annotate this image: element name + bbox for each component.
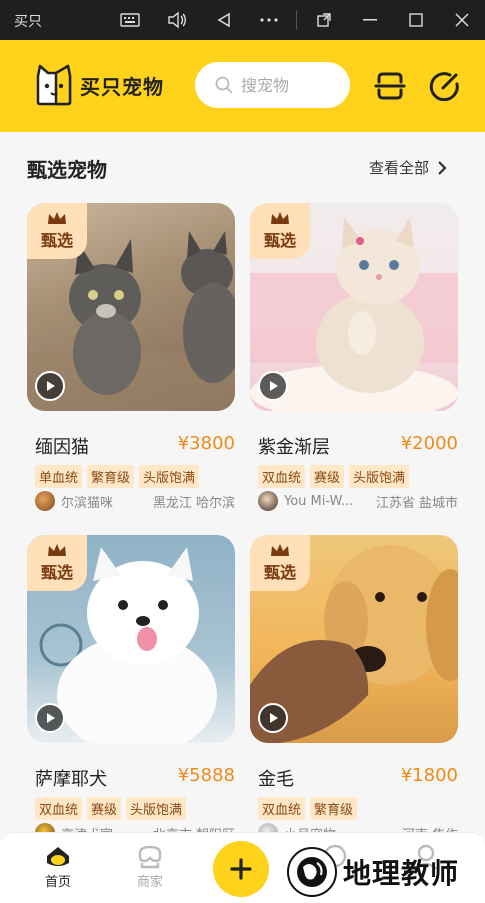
search-input[interactable] [241,75,341,95]
crown-icon [271,212,289,224]
nav-merchant[interactable]: 商家 [120,843,180,890]
tag: 头版饱满 [139,465,200,488]
title-bar-divider [296,10,297,30]
tag: 双血统 [35,797,83,820]
pet-photo[interactable]: 甄选 [27,203,235,411]
tag: 双血统 [258,797,306,820]
pet-name: 金毛 [258,769,294,790]
badge-label: 甄选 [40,231,73,250]
pet-photo[interactable]: 甄选 [27,535,235,743]
tag: 头版饱满 [349,465,410,488]
featured-badge: 甄选 [27,203,87,259]
scan-icon[interactable] [374,70,406,102]
nav-home-label: 首页 [44,875,71,890]
pet-photo[interactable]: 甄选 [250,203,458,411]
seller-row[interactable]: 尔滨猫咪 黑龙江 哈尔滨 [35,491,235,511]
tag: 单血统 [35,465,83,488]
badge-label: 甄选 [263,563,296,582]
maximize-icon[interactable] [404,8,428,32]
play-icon [47,381,55,391]
search-bar[interactable] [195,62,350,108]
pet-price: ¥1800 [400,765,458,786]
tag-list: 双血统 赛级 头版饱满 [258,465,410,488]
featured-badge: 甄选 [27,535,87,591]
pet-name: 紫金渐层 [258,437,330,458]
tag: 繁育级 [310,797,358,820]
section-title: 甄选宠物 [27,158,107,182]
pop-out-icon[interactable] [312,8,336,32]
pet-photo[interactable]: 甄选 [250,535,458,743]
pet-card[interactable]: 甄选 萨摩耶犬 ¥5888 双血统 赛级 头版饱满 京津犬家 北京市 朝阳区 [27,535,235,843]
crown-icon [48,544,66,556]
app-root: 买只 买只宠物 搜宠物 甄选宠物 查看全部 甄选 缅因猫 ¥3800 单血统 繁… [0,0,485,903]
play-button[interactable] [35,703,65,733]
nav-home[interactable]: 首页 [28,843,88,890]
app-logo: 买只宠物 [34,64,164,106]
globe-seal-icon [287,847,337,897]
watermark-text: 地理教师 [343,857,460,890]
home-icon [47,847,69,866]
pet-price: ¥3800 [177,433,235,454]
cat-logo-icon [36,64,72,106]
play-icon [270,381,278,391]
featured-badge: 甄选 [250,203,310,259]
app-header: 买只宠物 [0,40,485,132]
tag: 赛级 [87,797,122,820]
pet-card[interactable]: 甄选 金毛 ¥1800 双血统 繁育级 小月宠物 河南 焦作 [250,535,458,843]
seller-avatar [35,491,55,511]
see-all-label: 查看全部 [369,159,430,177]
tag-list: 双血统 繁育级 [258,797,358,820]
back-triangle-icon[interactable] [212,8,236,32]
watermark: 地理教师 [285,845,459,899]
seller-row[interactable]: You Mi-W... 江苏省 盐城市 [258,491,458,511]
play-icon [270,713,278,723]
play-button[interactable] [258,703,288,733]
seller-name: 尔滨猫咪 [61,495,114,511]
pet-price: ¥5888 [177,765,235,786]
logo-text: 买只宠物 [80,74,164,99]
seller-location: 江苏省 盐城市 [375,495,458,511]
tag: 繁育级 [87,465,135,488]
pet-card[interactable]: 甄选 紫金渐层 ¥2000 双血统 赛级 头版饱满 You Mi-W... 江苏… [250,203,458,511]
badge-label: 甄选 [263,231,296,250]
seller-avatar [258,491,278,511]
window-title: 买只 [14,14,42,30]
pet-card[interactable]: 甄选 缅因猫 ¥3800 单血统 繁育级 头版饱满 尔滨猫咪 黑龙江 哈尔滨 [27,203,235,511]
tag: 双血统 [258,465,306,488]
more-icon[interactable] [257,8,281,32]
volume-icon[interactable] [165,8,189,32]
seller-location: 黑龙江 哈尔滨 [152,495,235,511]
crown-icon [271,544,289,556]
tag: 头版饱满 [126,797,187,820]
seller-name: You Mi-W... [284,493,354,509]
minimize-icon[interactable] [358,8,382,32]
play-button[interactable] [35,371,65,401]
pet-name: 缅因猫 [35,437,89,458]
tag-list: 单血统 繁育级 头版饱满 [35,465,200,488]
nav-merchant-label: 商家 [136,875,163,890]
pet-name: 萨摩耶犬 [35,769,107,790]
close-icon[interactable] [450,8,474,32]
edit-publish-icon[interactable] [428,70,460,102]
tag-list: 双血统 赛级 头版饱满 [35,797,187,820]
chevron-right-icon [438,160,447,175]
window-title-bar: 买只 [0,0,485,40]
see-all-link[interactable]: 查看全部 [369,157,447,178]
badge-label: 甄选 [40,563,73,582]
play-icon [47,713,55,723]
pet-price: ¥2000 [400,433,458,454]
shop-icon [138,845,162,869]
search-icon [215,76,233,94]
play-button[interactable] [258,371,288,401]
keyboard-icon[interactable] [118,8,142,32]
crown-icon [48,212,66,224]
tag: 赛级 [310,465,345,488]
publish-button[interactable] [213,841,269,897]
plus-icon [230,858,252,880]
featured-badge: 甄选 [250,535,310,591]
